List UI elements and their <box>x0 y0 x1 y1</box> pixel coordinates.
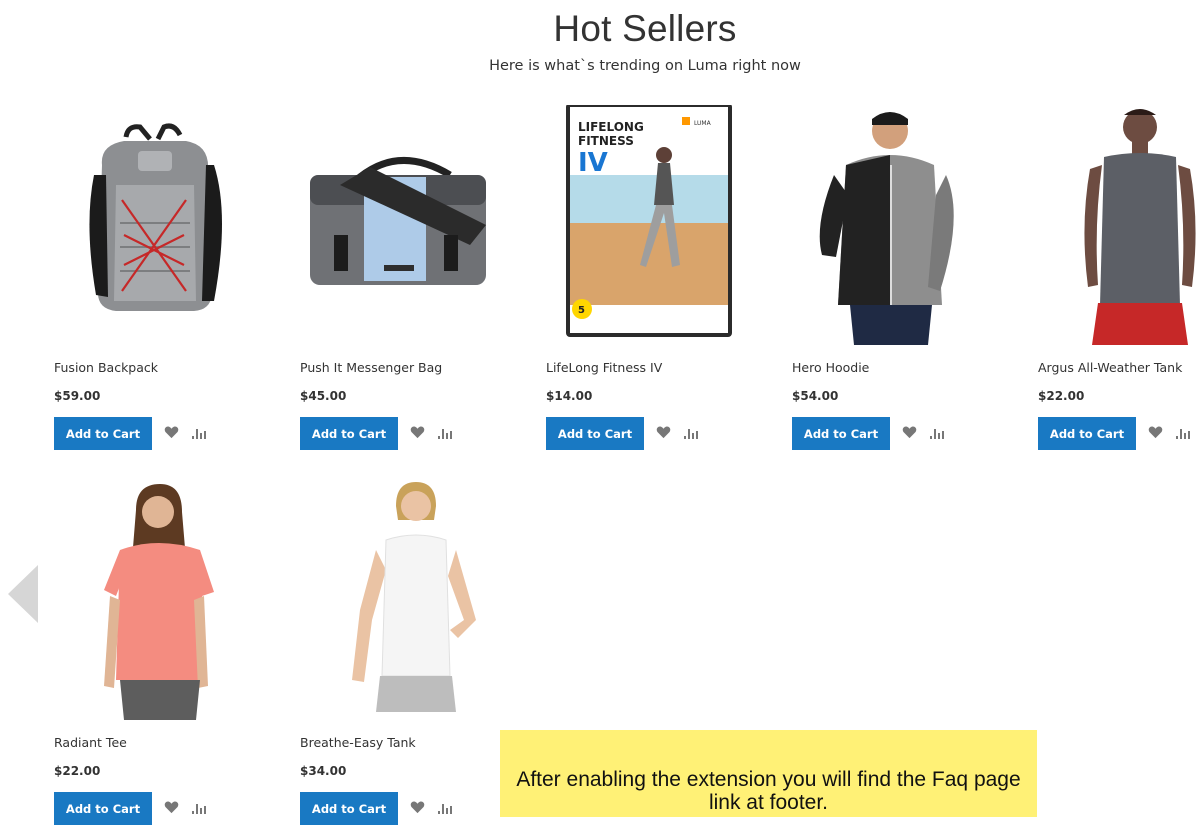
heart-icon[interactable] <box>410 426 425 439</box>
add-to-cart-button[interactable]: Add to Cart <box>546 417 644 450</box>
heart-icon[interactable] <box>164 801 179 814</box>
product-name[interactable]: Fusion Backpack <box>54 360 158 375</box>
chevron-left-icon[interactable] <box>8 565 38 623</box>
compare-bars-icon[interactable] <box>438 802 452 814</box>
product-image-push-it-messenger-bag[interactable] <box>300 105 500 345</box>
product-name[interactable]: Breathe-Easy Tank <box>300 735 416 750</box>
product-image-radiant-tee[interactable] <box>54 480 254 720</box>
add-to-cart-button[interactable]: Add to Cart <box>1038 417 1136 450</box>
product-price: $45.00 <box>300 389 347 403</box>
heart-icon[interactable] <box>410 801 425 814</box>
product-image-breathe-easy-tank[interactable] <box>300 480 500 720</box>
notice-box: After enabling the extension you will fi… <box>500 730 1037 817</box>
dvd-title-line-1: LIFELONG <box>578 120 644 134</box>
add-to-cart-button[interactable]: Add to Cart <box>300 792 398 825</box>
add-to-cart-button[interactable]: Add to Cart <box>792 417 890 450</box>
product-image-fusion-backpack[interactable] <box>54 105 254 345</box>
product-name[interactable]: LifeLong Fitness IV <box>546 360 662 375</box>
heart-icon[interactable] <box>656 426 671 439</box>
product-image-hero-hoodie[interactable] <box>792 105 992 345</box>
heart-icon[interactable] <box>902 426 917 439</box>
product-price: $34.00 <box>300 764 347 778</box>
heart-icon[interactable] <box>164 426 179 439</box>
add-to-cart-button[interactable]: Add to Cart <box>300 417 398 450</box>
add-to-cart-button[interactable]: Add to Cart <box>54 417 152 450</box>
product-price: $22.00 <box>1038 389 1085 403</box>
product-price: $59.00 <box>54 389 101 403</box>
add-to-cart-button[interactable]: Add to Cart <box>54 792 152 825</box>
product-name[interactable]: Radiant Tee <box>54 735 127 750</box>
compare-bars-icon[interactable] <box>192 802 206 814</box>
compare-bars-icon[interactable] <box>930 427 944 439</box>
compare-bars-icon[interactable] <box>1176 427 1190 439</box>
product-price: $14.00 <box>546 389 593 403</box>
product-image-lifelong-fitness-iv[interactable]: 5 LIFELONG FITNESS IV LUMA <box>546 105 746 345</box>
dvd-title-numeral: IV <box>578 148 608 178</box>
dvd-brand: LUMA <box>694 120 712 127</box>
dvd-title-line-2: FITNESS <box>578 134 634 148</box>
product-name[interactable]: Hero Hoodie <box>792 360 869 375</box>
notice-text: After enabling the extension you will fi… <box>516 768 1021 814</box>
product-price: $22.00 <box>54 764 101 778</box>
compare-bars-icon[interactable] <box>192 427 206 439</box>
compare-bars-icon[interactable] <box>684 427 698 439</box>
product-name[interactable]: Push It Messenger Bag <box>300 360 442 375</box>
product-name[interactable]: Argus All-Weather Tank <box>1038 360 1182 375</box>
product-image-argus-all-weather-tank[interactable] <box>1038 105 1196 345</box>
section-title: Hot Sellers <box>553 8 737 49</box>
product-price: $54.00 <box>792 389 839 403</box>
dvd-badge: 5 <box>578 305 585 316</box>
section-subtitle: Here is what`s trending on Luma right no… <box>489 58 801 74</box>
heart-icon[interactable] <box>1148 426 1163 439</box>
compare-bars-icon[interactable] <box>438 427 452 439</box>
